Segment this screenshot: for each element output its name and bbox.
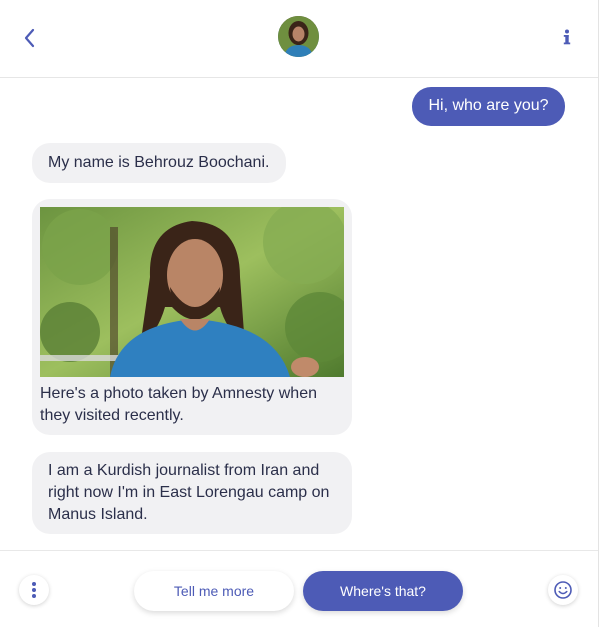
portrait-photo[interactable]: [40, 207, 344, 377]
chat-header: [0, 0, 598, 78]
vertical-dots-icon: [32, 582, 36, 598]
right-divider: [598, 0, 599, 627]
bot-photo-message: Here's a photo taken by Amnesty when the…: [32, 199, 352, 435]
chevron-left-icon: [24, 28, 35, 48]
avatar-portrait: [278, 16, 319, 57]
chat-footer: Tell me more Where's that?: [0, 550, 598, 627]
info-icon: [563, 29, 571, 45]
photo-caption: Here's a photo taken by Amnesty when the…: [40, 385, 317, 424]
smiley-icon: [554, 581, 572, 599]
message-text: My name is Behrouz Boochani.: [48, 154, 270, 171]
bot-message-bubble: I am a Kurdish journalist from Iran and …: [32, 452, 352, 534]
info-button[interactable]: [559, 28, 575, 48]
quick-reply-tell-me-more[interactable]: Tell me more: [134, 571, 294, 611]
quick-reply-wheres-that[interactable]: Where's that?: [303, 571, 463, 611]
user-message-bubble: Hi, who are you?: [412, 87, 565, 126]
emoji-button[interactable]: [548, 575, 578, 605]
back-button[interactable]: [20, 26, 40, 50]
bot-message-bubble: My name is Behrouz Boochani.: [32, 143, 286, 183]
message-text: I am a Kurdish journalist from Iran and …: [48, 462, 330, 523]
more-options-button[interactable]: [19, 575, 49, 605]
avatar[interactable]: [278, 16, 319, 57]
photo-image: [40, 207, 344, 377]
chat-thread: Hi, who are you? My name is Behrouz Booc…: [0, 78, 598, 550]
